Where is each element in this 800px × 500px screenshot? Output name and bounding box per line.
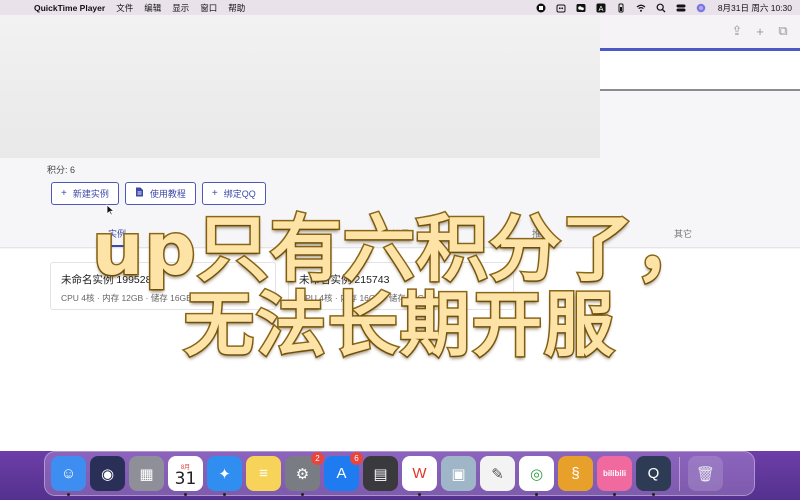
bind-qq-button[interactable]: + 绑定QQ [201,182,266,205]
dock-separator [679,456,680,491]
menubar-clock[interactable]: 8月31日 周六 10:30 [718,2,792,14]
menu-file[interactable]: 文件 [116,2,133,14]
caption-line-1: up只有六积分了， [91,207,709,291]
calculator-icon[interactable]: ▤ [363,456,398,491]
new-tab-icon[interactable]: + [753,24,767,39]
share-icon[interactable]: ⇪ [730,23,744,38]
plus-icon: + [211,187,218,199]
preview-icon[interactable]: ▣ [441,456,476,491]
running-indicator [613,493,616,496]
tutorial-label: 使用教程 [149,189,186,199]
menu-help[interactable]: 帮助 [228,2,245,14]
caption-line-2: 无法长期开服 [183,284,616,366]
dock: ☺ ◉ ▦ 8月 31 ✦ ≡ ⚙ 2 A 6 ▤ W ▣ ✎ ◎ § bilibili Q 🗑 [44,451,755,496]
notes-icon[interactable]: ≡ [246,456,281,491]
bilibili-icon[interactable]: bilibili [597,456,632,496]
wps-icon[interactable]: W [402,456,437,496]
document-icon [135,187,144,200]
blurred-overlay [0,15,600,158]
menu-bar: QuickTime Player 文件 编辑 显示 窗口 帮助 A 8月31日 … [0,0,800,15]
header-panel [600,51,800,91]
siri-small-icon[interactable] [696,2,707,13]
chrome-icon[interactable]: ◎ [519,456,554,496]
system-preferences-icon[interactable]: ⚙ 2 [285,452,324,496]
safari-icon[interactable]: ✦ [207,456,242,496]
wifi-icon[interactable] [636,2,647,13]
running-indicator [67,493,70,496]
new-instance-label: 新建实例 [72,189,109,199]
menu-window[interactable]: 窗口 [200,2,217,14]
quicktime-icon[interactable]: Q [636,456,671,496]
textedit-icon[interactable]: ✎ [480,456,515,491]
control-center-icon[interactable] [676,2,687,13]
notification-badge: 6 [350,452,363,465]
running-indicator [301,493,304,496]
running-indicator [652,493,655,496]
finder-icon[interactable]: ☺ [51,456,86,496]
tab-overview-icon[interactable]: ⧉ [776,23,790,38]
search-icon[interactable] [656,2,667,13]
points-label: 积分: 6 [47,165,76,175]
running-indicator [535,493,538,496]
status-area: A 8月31日 周六 10:30 [536,0,792,15]
launchpad-icon[interactable]: ▦ [129,456,164,491]
siri-icon[interactable]: ◉ [90,456,125,491]
app-menu-quicktime[interactable]: QuickTime Player [34,3,105,13]
menu-view[interactable]: 显示 [172,2,189,14]
calendar-day: 31 [174,468,197,489]
wechat-icon[interactable] [576,2,587,13]
plus-icon: + [61,187,67,199]
app-store-icon[interactable]: A6 [324,452,363,491]
trash-icon[interactable]: 🗑 [688,456,723,491]
bind-qq-label: 绑定QQ [223,189,256,199]
menu-edit[interactable]: 编辑 [144,2,161,14]
notification-badge: 2 [311,452,324,465]
svg-text:A: A [599,3,604,12]
record-icon[interactable] [536,2,547,13]
action-buttons: + 新建实例 使用教程 + 绑定QQ [51,182,266,205]
new-instance-button[interactable]: + 新建实例 [51,182,119,205]
calendar-icon[interactable]: 8月 31 [168,456,203,496]
running-indicator [418,493,421,496]
scrivener-icon[interactable]: § [558,456,593,491]
running-indicator [184,493,187,496]
running-indicator [223,493,226,496]
battery-icon[interactable] [616,2,627,13]
robot-icon[interactable] [556,2,567,13]
tutorial-button[interactable]: 使用教程 [124,182,196,205]
input-method-icon[interactable]: A [596,2,607,13]
